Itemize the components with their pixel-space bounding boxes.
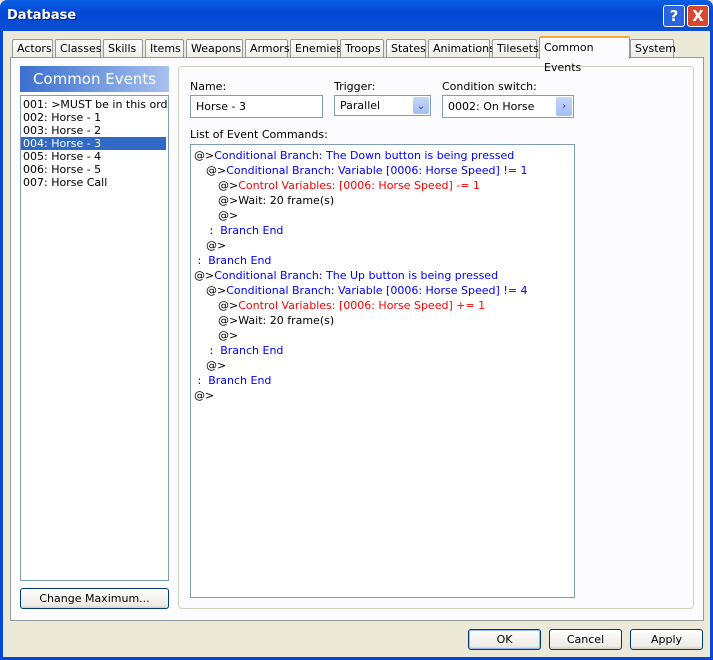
command-line[interactable]: @>Wait: 20 frame(s): [191, 313, 574, 328]
window-title: Database: [7, 8, 77, 23]
condition-switch-label: Condition switch:: [442, 80, 537, 93]
list-item[interactable]: 003: Horse - 2: [21, 124, 168, 137]
command-text: Control Variables: [0006: Horse Speed] +…: [238, 299, 486, 312]
command-list-label: List of Event Commands:: [190, 128, 328, 141]
close-icon[interactable]: X: [687, 5, 709, 27]
command-prefix: @>: [206, 239, 227, 252]
command-line[interactable]: : Branch End: [191, 253, 574, 268]
command-text: Conditional Branch: The Up button is bei…: [214, 269, 499, 282]
tab-tilesets[interactable]: Tilesets: [492, 39, 539, 58]
command-text: Branch End: [220, 224, 284, 237]
list-header: Common Events: [20, 66, 169, 92]
chevron-right-icon[interactable]: ›: [556, 97, 572, 116]
name-label: Name:: [190, 80, 227, 93]
command-prefix: @>: [218, 299, 239, 312]
command-prefix: @>: [218, 329, 239, 342]
command-prefix: @>: [206, 284, 227, 297]
list-item[interactable]: 004: Horse - 3: [21, 137, 166, 150]
command-prefix: @>: [206, 164, 227, 177]
command-prefix: :: [194, 374, 209, 387]
list-item[interactable]: 001: >MUST be in this order<: [21, 98, 168, 111]
command-text: Conditional Branch: The Down button is b…: [214, 149, 515, 162]
command-prefix: :: [194, 254, 209, 267]
command-prefix: :: [206, 344, 221, 357]
tab-skills[interactable]: Skills: [103, 39, 143, 58]
event-command-list[interactable]: @>Conditional Branch: The Down button is…: [190, 144, 575, 598]
command-line[interactable]: @>: [191, 208, 574, 223]
tab-items[interactable]: Items: [145, 39, 184, 58]
chevron-down-icon[interactable]: ⌄: [413, 97, 429, 114]
cancel-button[interactable]: Cancel: [549, 629, 622, 650]
tab-common-events[interactable]: Common Events: [539, 36, 630, 74]
command-line[interactable]: : Branch End: [191, 343, 574, 358]
command-prefix: :: [206, 224, 221, 237]
command-line[interactable]: @>Conditional Branch: The Up button is b…: [191, 268, 574, 283]
tab-animations[interactable]: Animations: [428, 39, 495, 58]
command-line[interactable]: @>Conditional Branch: The Down button is…: [191, 148, 574, 163]
tab-enemies[interactable]: Enemies: [290, 39, 342, 58]
command-prefix: @>: [218, 209, 239, 222]
list-item[interactable]: 005: Horse - 4: [21, 150, 168, 163]
condition-switch-field[interactable]: 0002: On Horse ›: [442, 95, 574, 118]
tab-actors[interactable]: Actors: [12, 39, 53, 58]
tab-states[interactable]: States: [386, 39, 426, 58]
command-text: Branch End: [208, 254, 272, 267]
command-text: Wait: 20 frame(s): [238, 314, 335, 327]
change-maximum-button[interactable]: Change Maximum...: [20, 588, 169, 609]
command-prefix: @>: [194, 149, 215, 162]
command-text: Conditional Branch: Variable [0006: Hors…: [226, 284, 528, 297]
command-line[interactable]: @>: [191, 238, 574, 253]
apply-button[interactable]: Apply: [630, 629, 703, 650]
title-bar: Database ? X: [0, 0, 713, 31]
command-text: Control Variables: [0006: Horse Speed] -…: [238, 179, 480, 192]
tab-weapons[interactable]: Weapons: [186, 39, 243, 58]
condition-switch-value: 0002: On Horse: [448, 100, 535, 113]
name-input[interactable]: Horse - 3: [190, 95, 323, 118]
ok-button[interactable]: OK: [468, 629, 541, 650]
trigger-label: Trigger:: [334, 80, 376, 93]
command-line[interactable]: @>: [191, 388, 574, 403]
common-events-list[interactable]: 001: >MUST be in this order<002: Horse -…: [20, 95, 169, 581]
command-prefix: @>: [194, 389, 215, 402]
command-prefix: @>: [218, 314, 239, 327]
command-line[interactable]: @>Control Variables: [0006: Horse Speed]…: [191, 298, 574, 313]
command-line[interactable]: @>: [191, 358, 574, 373]
command-line[interactable]: @>Wait: 20 frame(s): [191, 193, 574, 208]
command-text: Branch End: [208, 374, 272, 387]
command-line[interactable]: : Branch End: [191, 373, 574, 388]
trigger-select[interactable]: Parallel ⌄: [334, 95, 431, 116]
command-text: Conditional Branch: Variable [0006: Hors…: [226, 164, 528, 177]
command-prefix: @>: [218, 194, 239, 207]
command-line[interactable]: @>: [191, 328, 574, 343]
tab-troops[interactable]: Troops: [340, 39, 384, 58]
command-text: Branch End: [220, 344, 284, 357]
command-line[interactable]: @>Conditional Branch: Variable [0006: Ho…: [191, 283, 574, 298]
command-line[interactable]: @>Control Variables: [0006: Horse Speed]…: [191, 178, 574, 193]
tab-classes[interactable]: Classes: [55, 39, 101, 58]
help-icon[interactable]: ?: [663, 5, 685, 27]
trigger-value: Parallel: [340, 99, 381, 112]
command-line[interactable]: : Branch End: [191, 223, 574, 238]
list-item[interactable]: 007: Horse Call: [21, 176, 168, 189]
list-item[interactable]: 006: Horse - 5: [21, 163, 168, 176]
command-prefix: @>: [218, 179, 239, 192]
tab-system[interactable]: System: [630, 39, 676, 58]
command-text: Wait: 20 frame(s): [238, 194, 335, 207]
command-prefix: @>: [206, 359, 227, 372]
command-line[interactable]: @>Conditional Branch: Variable [0006: Ho…: [191, 163, 574, 178]
list-item[interactable]: 002: Horse - 1: [21, 111, 168, 124]
tab-armors[interactable]: Armors: [245, 39, 290, 58]
command-prefix: @>: [194, 269, 215, 282]
